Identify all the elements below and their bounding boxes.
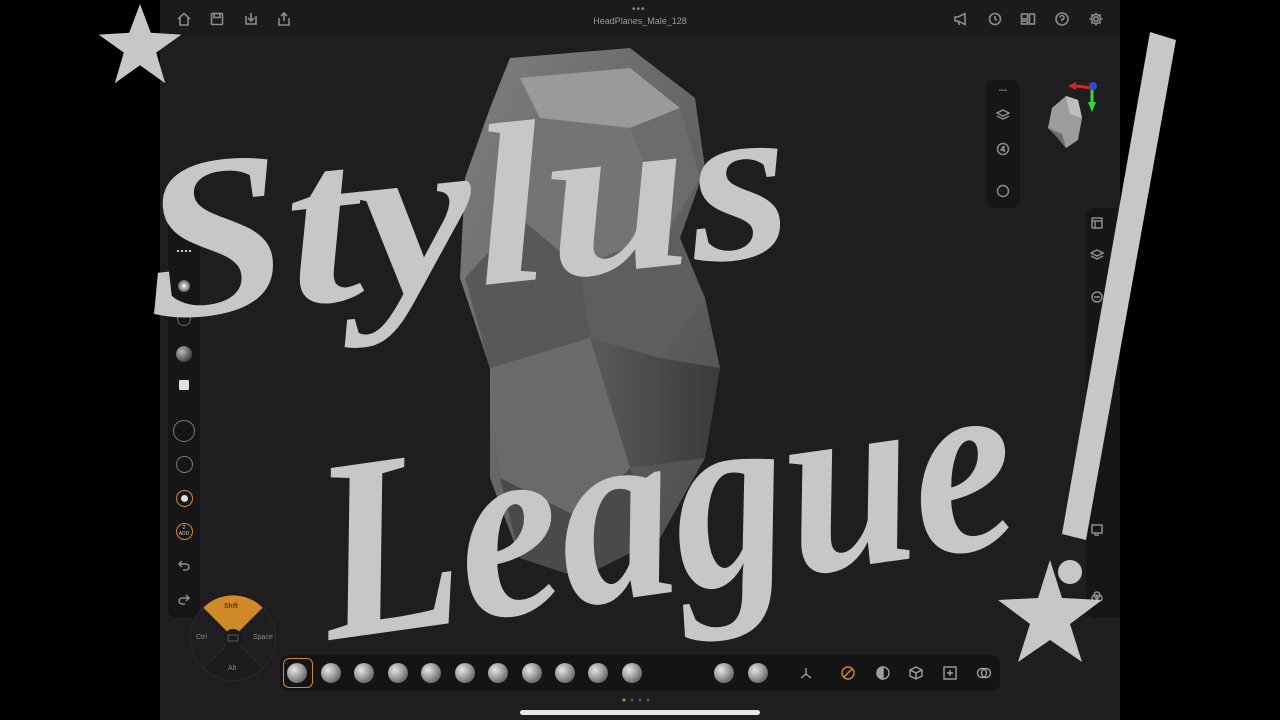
document-title: HeadPlanes_Male_128: [593, 16, 687, 26]
material-sphere-icon[interactable]: [176, 346, 192, 362]
stack-icon[interactable]: [1088, 246, 1106, 264]
add-mode-label: ADD: [178, 531, 190, 537]
symmetry-icon[interactable]: [176, 490, 193, 507]
undo-icon[interactable]: [175, 556, 193, 574]
material-icon[interactable]: [1088, 588, 1106, 606]
primitive-tool-icon[interactable]: [908, 665, 924, 681]
topology-icon[interactable]: [1088, 288, 1106, 306]
brush-smooth[interactable]: [388, 663, 408, 683]
sculpt-viewport[interactable]: 2 ADD ▪▪▪▪: [160, 38, 1120, 720]
intensity-icon[interactable]: [178, 280, 190, 292]
layout-icon[interactable]: [1019, 10, 1037, 28]
brush-layer[interactable]: [622, 663, 642, 683]
frame-tool-icon[interactable]: [942, 665, 958, 681]
modifier-ctrl[interactable]: Ctrl: [196, 634, 207, 641]
home-indicator[interactable]: [520, 710, 760, 715]
subdivision-icon[interactable]: [994, 140, 1012, 158]
falloff-icon[interactable]: [177, 240, 191, 252]
brush-trim[interactable]: [714, 663, 734, 683]
nomad-sculpt-app: ••• HeadPlanes_Male_128 2 ADD ▪▪▪▪ Shift…: [160, 0, 1120, 720]
brush-mask[interactable]: [588, 663, 608, 683]
brush-crease[interactable]: [421, 663, 441, 683]
paint-tool-icon[interactable]: [840, 665, 856, 681]
layers-icon[interactable]: [994, 106, 1012, 124]
pressure-icon[interactable]: [177, 312, 191, 326]
history-icon[interactable]: [986, 10, 1004, 28]
scene-icon[interactable]: [1088, 214, 1106, 232]
brush-drag[interactable]: [555, 663, 575, 683]
brush-inflate[interactable]: [522, 663, 542, 683]
announce-icon[interactable]: [952, 10, 970, 28]
color-swatch-icon[interactable]: [179, 380, 189, 390]
brush-radius-icon[interactable]: [179, 210, 189, 220]
view-tool-icon[interactable]: [976, 665, 992, 681]
modifier-alt[interactable]: Alt: [228, 665, 236, 672]
right-side-panel: [1086, 208, 1120, 618]
brush-flatten[interactable]: [455, 663, 475, 683]
brush-pinch[interactable]: [488, 663, 508, 683]
brush-standard[interactable]: [321, 663, 341, 683]
brush-move[interactable]: [354, 663, 374, 683]
settings-icon[interactable]: [1087, 10, 1105, 28]
more-options-icon[interactable]: [994, 182, 1012, 200]
page-indicator: [622, 698, 650, 702]
render-icon[interactable]: [1088, 520, 1106, 538]
modifier-space[interactable]: Space: [253, 634, 273, 641]
brush-tray: [280, 655, 1000, 691]
stroke-icon[interactable]: [176, 456, 193, 473]
brush-split[interactable]: [748, 663, 768, 683]
help-icon[interactable]: [1053, 10, 1071, 28]
right-quick-panel: ▪▪▪▪: [986, 80, 1020, 208]
top-bar: ••• HeadPlanes_Male_128: [160, 0, 1120, 38]
shading-tool-icon[interactable]: [875, 665, 891, 681]
modifier-shift[interactable]: Shift: [224, 603, 238, 610]
more-dots-icon[interactable]: •••: [632, 4, 646, 15]
left-toolbar: 2 ADD: [168, 188, 200, 618]
drag-handle-icon[interactable]: ▪▪▪▪: [994, 82, 1012, 100]
gizmo-tool-icon[interactable]: [798, 665, 814, 681]
brush-cursor-icon[interactable]: [173, 420, 195, 442]
orientation-gizmo[interactable]: [1040, 78, 1110, 168]
head-planes-model: [460, 48, 720, 578]
brush-clay[interactable]: [287, 663, 307, 683]
